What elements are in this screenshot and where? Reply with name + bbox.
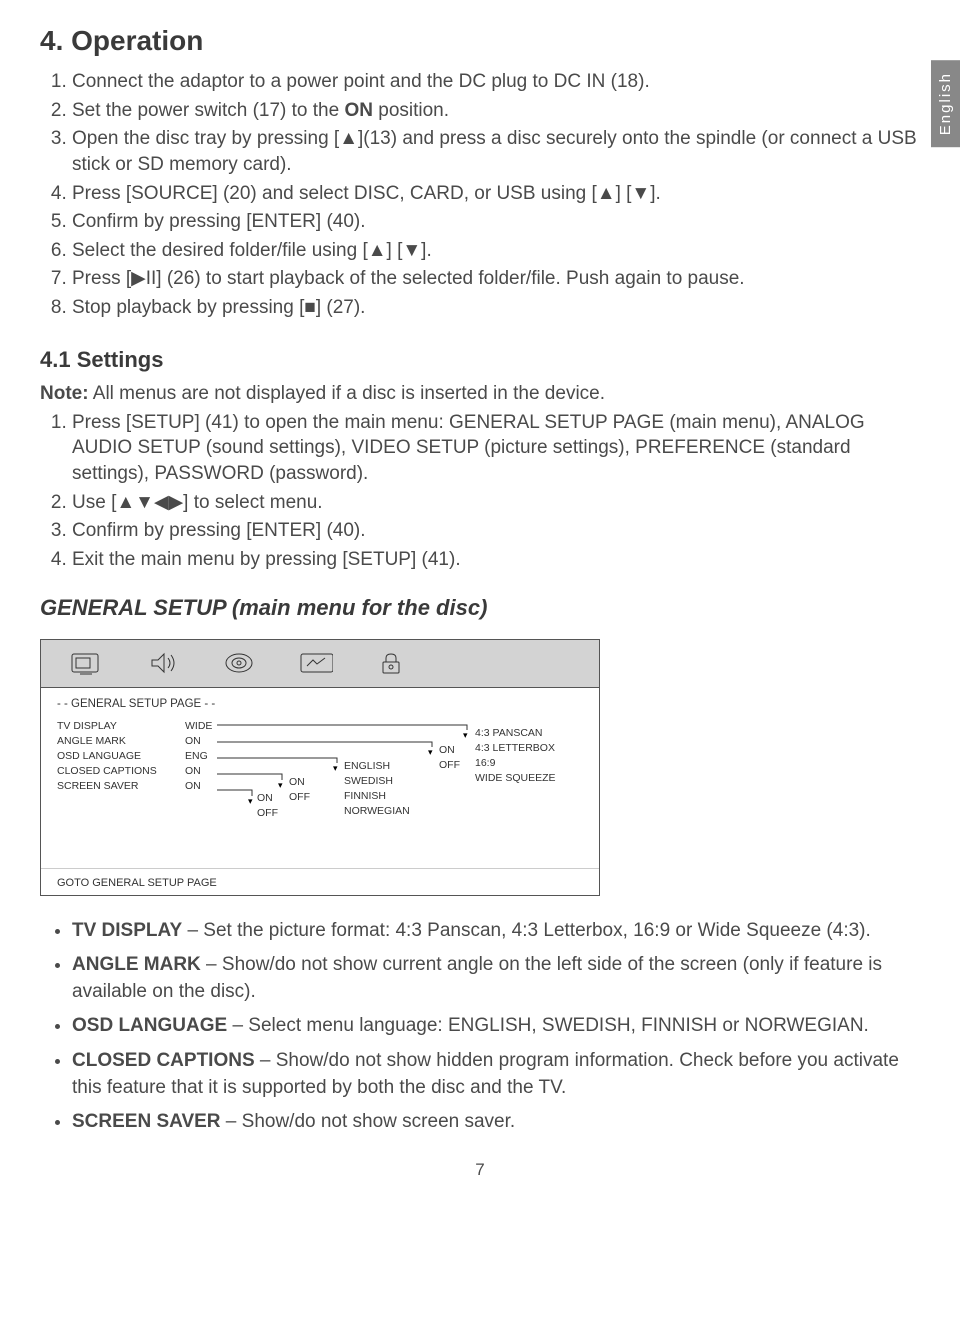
step-3: Open the disc tray by pressing [▲](13) a… bbox=[72, 126, 920, 177]
svg-text:▾: ▾ bbox=[278, 780, 283, 790]
row1-val: ON bbox=[185, 735, 212, 747]
svg-text:▾: ▾ bbox=[248, 796, 253, 806]
settings-step-4: Exit the main menu by pressing [SETUP] (… bbox=[72, 547, 920, 573]
video-icon bbox=[221, 648, 257, 678]
b4-text: – Show/do not show screen saver. bbox=[221, 1111, 516, 1132]
section-title: 4. Operation bbox=[40, 25, 920, 57]
row4-label: SCREEN SAVER bbox=[57, 780, 157, 792]
bullet-osd: OSD LANGUAGE – Select menu language: ENG… bbox=[72, 1013, 920, 1040]
page-number: 7 bbox=[40, 1160, 920, 1180]
setup-diagram: - - GENERAL SETUP PAGE - - TV DISPLAY AN… bbox=[40, 639, 600, 896]
preference-icon bbox=[297, 648, 333, 678]
bullet-cc: CLOSED CAPTIONS – Show/do not show hidde… bbox=[72, 1048, 920, 1101]
labels-col: TV DISPLAY ANGLE MARK OSD LANGUAGE CLOSE… bbox=[57, 720, 157, 792]
ss-off: OFF bbox=[257, 807, 278, 819]
general-icon bbox=[69, 648, 105, 678]
cc-opts: ON OFF bbox=[289, 776, 310, 803]
cc-off: OFF bbox=[289, 791, 310, 803]
audio-icon bbox=[145, 648, 181, 678]
bullet-ss: SCREEN SAVER – Show/do not show screen s… bbox=[72, 1109, 920, 1136]
language-tab: English bbox=[931, 60, 960, 147]
b3-bold: CLOSED CAPTIONS bbox=[72, 1050, 255, 1071]
osd-english: ENGLISH bbox=[344, 760, 410, 772]
values-col: WIDE ON ENG ON ON bbox=[185, 720, 212, 792]
row2-val: ENG bbox=[185, 750, 212, 762]
b2-bold: OSD LANGUAGE bbox=[72, 1015, 227, 1036]
tv-169: 16:9 bbox=[475, 757, 556, 769]
diagram-body: - - GENERAL SETUP PAGE - - TV DISPLAY AN… bbox=[41, 688, 599, 868]
row1-label: ANGLE MARK bbox=[57, 735, 157, 747]
b1-bold: ANGLE MARK bbox=[72, 954, 201, 975]
tv-letterbox: 4:3 LETTERBOX bbox=[475, 742, 556, 754]
operation-steps: Connect the adaptor to a power point and… bbox=[40, 69, 920, 321]
row2-label: OSD LANGUAGE bbox=[57, 750, 157, 762]
bullet-tv: TV DISPLAY – Set the picture format: 4:3… bbox=[72, 918, 920, 945]
step-5: Confirm by pressing [ENTER] (40). bbox=[72, 209, 920, 235]
ss-opts: ON OFF bbox=[257, 792, 278, 819]
bullet-list: TV DISPLAY – Set the picture format: 4:3… bbox=[40, 918, 920, 1136]
row3-val: ON bbox=[185, 765, 212, 777]
diagram-header: - - GENERAL SETUP PAGE - - bbox=[57, 698, 583, 710]
password-icon bbox=[373, 648, 409, 678]
diagram-iconbar bbox=[41, 640, 599, 688]
osd-opts: ENGLISH SWEDISH FINNISH NORWEGIAN bbox=[344, 760, 410, 817]
tv-opts: 4:3 PANSCAN 4:3 LETTERBOX 16:9 WIDE SQUE… bbox=[475, 727, 556, 784]
step-1: Connect the adaptor to a power point and… bbox=[72, 69, 920, 95]
settings-note: Note: All menus are not displayed if a d… bbox=[40, 383, 920, 405]
osd-finnish: FINNISH bbox=[344, 790, 410, 802]
tv-wide: WIDE SQUEEZE bbox=[475, 772, 556, 784]
step-2: Set the power switch (17) to the ON posi… bbox=[72, 98, 920, 124]
row0-label: TV DISPLAY bbox=[57, 720, 157, 732]
step-6: Select the desired folder/file using [▲]… bbox=[72, 238, 920, 264]
diagram-footer: GOTO GENERAL SETUP PAGE bbox=[41, 868, 599, 895]
row4-val: ON bbox=[185, 780, 212, 792]
general-setup-heading: GENERAL SETUP (main menu for the disc) bbox=[40, 595, 920, 621]
osd-swedish: SWEDISH bbox=[344, 775, 410, 787]
svg-text:▾: ▾ bbox=[333, 763, 338, 773]
note-bold: Note: bbox=[40, 383, 89, 404]
step-7: Press [▶II] (26) to start playback of th… bbox=[72, 266, 920, 292]
b0-bold: TV DISPLAY bbox=[72, 920, 182, 941]
angle-opts: ON OFF bbox=[439, 744, 460, 771]
b0-text: – Set the picture format: 4:3 Panscan, 4… bbox=[182, 920, 871, 941]
row0-val: WIDE bbox=[185, 720, 212, 732]
step-8: Stop playback by pressing [■] (27). bbox=[72, 295, 920, 321]
b4-bold: SCREEN SAVER bbox=[72, 1111, 221, 1132]
settings-step-1: Press [SETUP] (41) to open the main menu… bbox=[72, 410, 920, 487]
bullet-angle: ANGLE MARK – Show/do not show current an… bbox=[72, 952, 920, 1005]
on-bold: ON bbox=[344, 100, 373, 121]
settings-step-2: Use [▲▼◀▶] to select menu. bbox=[72, 490, 920, 516]
settings-steps: Press [SETUP] (41) to open the main menu… bbox=[40, 410, 920, 573]
note-text: All menus are not displayed if a disc is… bbox=[89, 383, 605, 404]
cc-on: ON bbox=[289, 776, 310, 788]
svg-text:▾: ▾ bbox=[463, 730, 468, 740]
row3-label: CLOSED CAPTIONS bbox=[57, 765, 157, 777]
angle-on: ON bbox=[439, 744, 460, 756]
angle-off: OFF bbox=[439, 759, 460, 771]
ss-on: ON bbox=[257, 792, 278, 804]
settings-title: 4.1 Settings bbox=[40, 347, 920, 373]
b2-text: – Select menu language: ENGLISH, SWEDISH… bbox=[227, 1015, 869, 1036]
svg-text:▾: ▾ bbox=[428, 747, 433, 757]
step-4: Press [SOURCE] (20) and select DISC, CAR… bbox=[72, 181, 920, 207]
osd-norwegian: NORWEGIAN bbox=[344, 805, 410, 817]
tv-panscan: 4:3 PANSCAN bbox=[475, 727, 556, 739]
settings-step-3: Confirm by pressing [ENTER] (40). bbox=[72, 518, 920, 544]
